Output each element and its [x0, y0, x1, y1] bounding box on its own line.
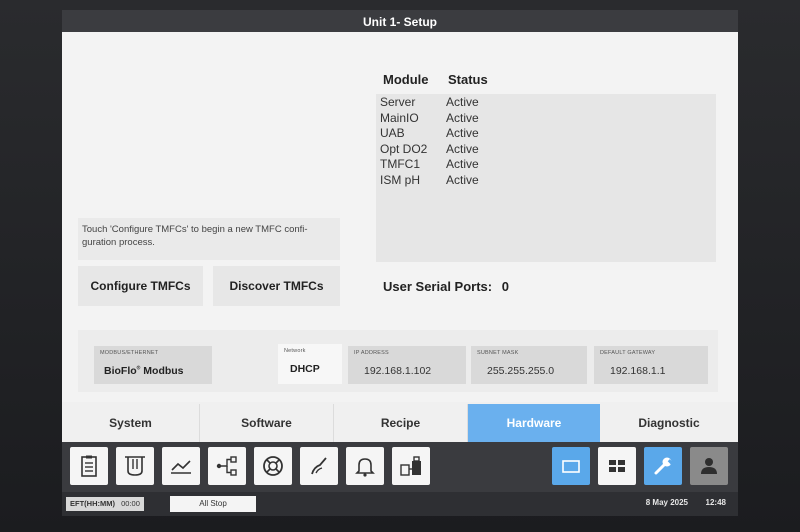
- user-icon: [701, 458, 717, 474]
- tmfc-instructions: Touch 'Configure TMFCs' to begin a new T…: [78, 218, 340, 260]
- module-name: TMFC1: [380, 157, 420, 171]
- clipboard-icon: [81, 455, 97, 477]
- module-name: MainIO: [380, 110, 419, 125]
- module-status: Active: [446, 141, 479, 156]
- serial-ports-count: 0: [501, 279, 509, 294]
- settings-wrench-button[interactable]: [644, 447, 682, 485]
- vessel-icon: [125, 456, 145, 476]
- bottom-toolbar: [62, 442, 738, 492]
- status-column-header: Status: [448, 72, 488, 87]
- tab-system[interactable]: System: [62, 404, 200, 442]
- protocol-value: BioFlo® Modbus: [104, 365, 184, 377]
- lifebuoy-icon: [263, 456, 283, 476]
- user-serial-ports: User Serial Ports: 0: [383, 279, 509, 294]
- gas-mix-icon: [400, 456, 421, 476]
- module-status: Active: [446, 172, 479, 187]
- sensor-probe-button[interactable]: [300, 447, 338, 485]
- module-status-list: Server Active MainIO Active UAB Active O…: [376, 94, 716, 262]
- eft-timer: EFT(HH:MM) 00:00: [66, 497, 144, 511]
- vessel-button[interactable]: [116, 447, 154, 485]
- eft-label: EFT(HH:MM): [70, 499, 115, 508]
- clipboard-button[interactable]: [70, 447, 108, 485]
- network-nodes-button[interactable]: [208, 447, 246, 485]
- network-nodes-icon: [216, 456, 237, 476]
- discover-tmfcs-button[interactable]: Discover TMFCs: [213, 266, 340, 306]
- module-column-header: Module: [383, 72, 429, 87]
- list-item: UAB Active: [376, 126, 716, 142]
- ip-address-label: IP ADDRESS: [354, 350, 389, 356]
- tab-diagnostic[interactable]: Diagnostic: [600, 404, 738, 442]
- serial-ports-label: User Serial Ports:: [383, 279, 493, 294]
- module-status: Active: [446, 95, 479, 109]
- touch-screen: Unit 1- Setup Module Status Server Activ…: [62, 10, 738, 516]
- grid-view-icon: [609, 460, 625, 472]
- tab-software[interactable]: Software: [200, 404, 334, 442]
- gas-mix-button[interactable]: [392, 447, 430, 485]
- subnet-mask-value: 255.255.255.0: [487, 365, 555, 377]
- tab-hardware[interactable]: Hardware: [468, 404, 600, 442]
- list-item: MainIO Active: [376, 111, 716, 127]
- default-gateway-label: DEFAULT GATEWAY: [600, 350, 656, 356]
- module-name: Server: [380, 95, 416, 109]
- alarms-button[interactable]: [346, 447, 384, 485]
- ip-address-card[interactable]: IP ADDRESS 192.168.1.102: [348, 346, 466, 384]
- list-item: ISM pH Active: [376, 173, 716, 189]
- configure-tmfcs-button[interactable]: Configure TMFCs: [78, 266, 203, 306]
- protocol-label: MODBUS/ETHERNET: [100, 350, 159, 356]
- alarm-bell-icon: [355, 458, 375, 477]
- module-name: ISM pH: [380, 172, 421, 187]
- trend-chart-icon: [171, 460, 191, 474]
- network-mode-value: DHCP: [290, 363, 320, 375]
- trends-button[interactable]: [162, 447, 200, 485]
- eft-value: 00:00: [121, 499, 140, 508]
- sensor-probe-icon: [311, 457, 327, 475]
- subnet-mask-card[interactable]: SUBNET MASK 255.255.255.0: [471, 346, 587, 384]
- module-status: Active: [446, 126, 479, 140]
- network-mode-label: Network: [284, 348, 306, 354]
- module-status: Active: [446, 110, 479, 125]
- window-title: Unit 1- Setup: [62, 10, 738, 32]
- grid-view-button[interactable]: [598, 447, 636, 485]
- section-tabs: System Software Recipe Hardware Diagnost…: [62, 402, 738, 442]
- main-content: Module Status Server Active MainIO Activ…: [62, 32, 738, 402]
- wrench-icon: [654, 457, 674, 475]
- list-item: Server Active: [376, 95, 716, 111]
- module-name: UAB: [380, 126, 405, 140]
- default-gateway-value: 192.168.1.1: [610, 365, 666, 377]
- list-item: Opt DO2 Active: [376, 142, 716, 158]
- protocol-card[interactable]: MODBUS/ETHERNET BioFlo® Modbus: [94, 346, 212, 384]
- ip-address-value: 192.168.1.102: [364, 365, 432, 377]
- network-mode-card[interactable]: Network DHCP: [278, 344, 342, 384]
- lifebuoy-button[interactable]: [254, 447, 292, 485]
- status-date: 8 May 2025: [645, 498, 688, 507]
- single-view-icon: [562, 460, 580, 473]
- status-bar: EFT(HH:MM) 00:00 All Stop 8 May 2025 12:…: [62, 492, 738, 516]
- single-view-button[interactable]: [552, 447, 590, 485]
- network-panel: MODBUS/ETHERNET BioFlo® Modbus Network D…: [78, 330, 718, 392]
- default-gateway-card[interactable]: DEFAULT GATEWAY 192.168.1.1: [594, 346, 708, 384]
- subnet-mask-label: SUBNET MASK: [477, 350, 519, 356]
- user-button[interactable]: [690, 447, 728, 485]
- status-time: 12:48: [705, 498, 726, 507]
- module-name: Opt DO2: [380, 141, 428, 156]
- tab-recipe[interactable]: Recipe: [334, 404, 468, 442]
- list-item: TMFC1 Active: [376, 157, 716, 173]
- module-status: Active: [446, 157, 479, 171]
- all-stop-button[interactable]: All Stop: [170, 496, 256, 512]
